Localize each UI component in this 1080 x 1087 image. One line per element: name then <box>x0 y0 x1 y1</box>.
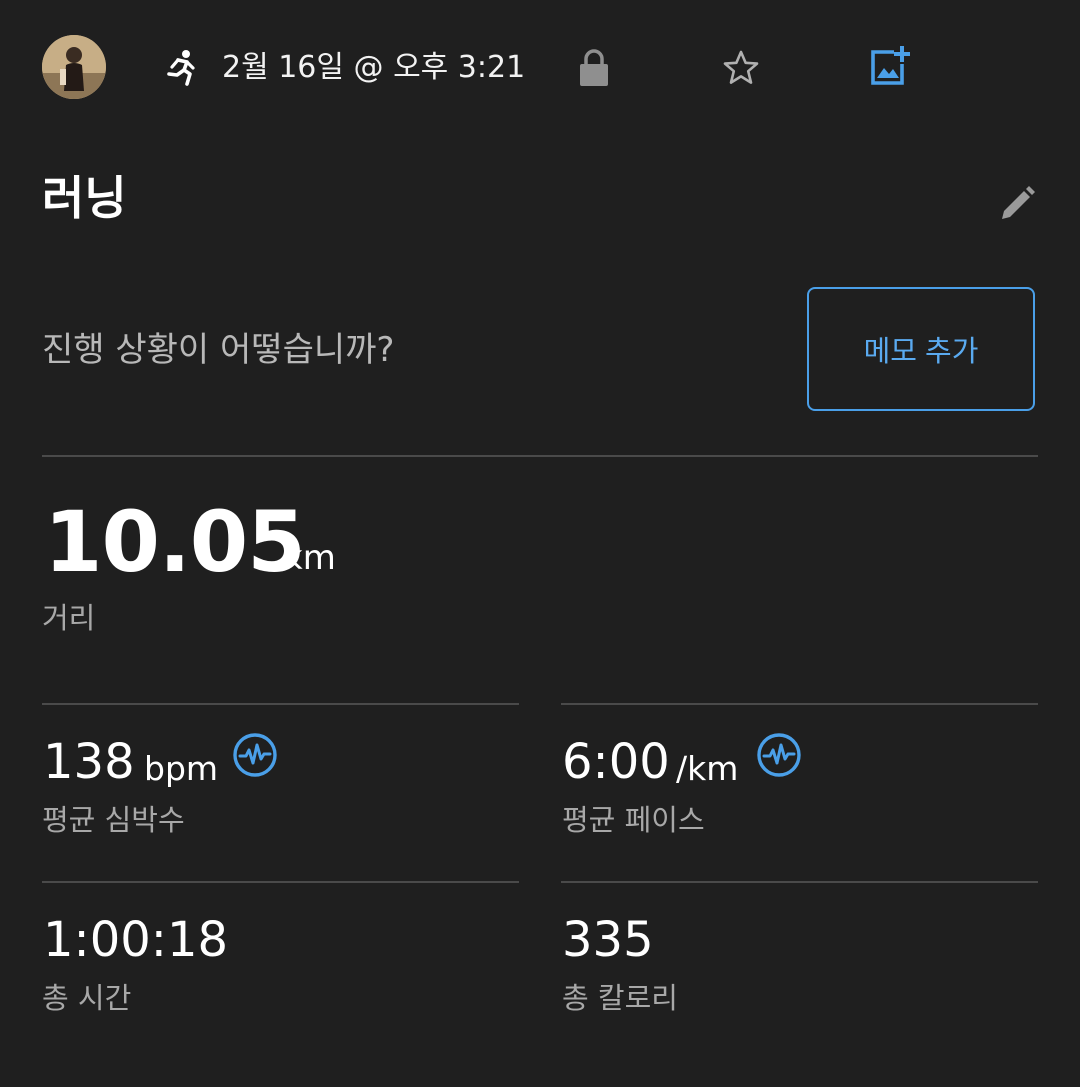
star-icon[interactable] <box>722 49 760 87</box>
heart-rate-zone-icon[interactable] <box>232 732 278 778</box>
distance-unit: km <box>283 538 336 578</box>
avg-heart-rate-unit: bpm <box>144 749 219 788</box>
total-calories-label: 총 칼로리 <box>562 981 678 1015</box>
avg-pace-label: 평균 페이스 <box>562 803 705 837</box>
pace-zone-icon[interactable] <box>756 732 802 778</box>
avatar[interactable] <box>42 35 106 99</box>
avg-pace-unit: /km <box>676 749 739 788</box>
lock-icon[interactable] <box>578 48 610 88</box>
avg-pace-value: 6:00 <box>562 734 670 790</box>
divider <box>42 455 1038 457</box>
distance-label: 거리 <box>42 601 96 635</box>
avatar-photo <box>42 35 106 99</box>
total-calories-value: 335 <box>562 912 654 968</box>
total-time-value: 1:00:18 <box>43 912 229 968</box>
distance-value: 10.05 <box>44 493 306 591</box>
divider <box>42 703 519 705</box>
activity-title: 러닝 <box>42 171 127 225</box>
progress-prompt: 진행 상황이 어떻습니까? <box>42 330 395 370</box>
add-memo-button[interactable]: 메모 추가 <box>807 287 1035 411</box>
divider <box>561 881 1038 883</box>
activity-datetime: 2월 16일 @ 오후 3:21 <box>222 50 526 85</box>
add-photo-icon[interactable] <box>868 45 910 87</box>
running-icon <box>160 48 200 88</box>
avg-heart-rate-label: 평균 심박수 <box>42 803 185 837</box>
avg-heart-rate-value: 138 <box>43 734 135 790</box>
edit-pencil-icon[interactable] <box>996 183 1038 225</box>
divider <box>561 703 1038 705</box>
total-time-label: 총 시간 <box>42 981 132 1015</box>
divider <box>42 881 519 883</box>
